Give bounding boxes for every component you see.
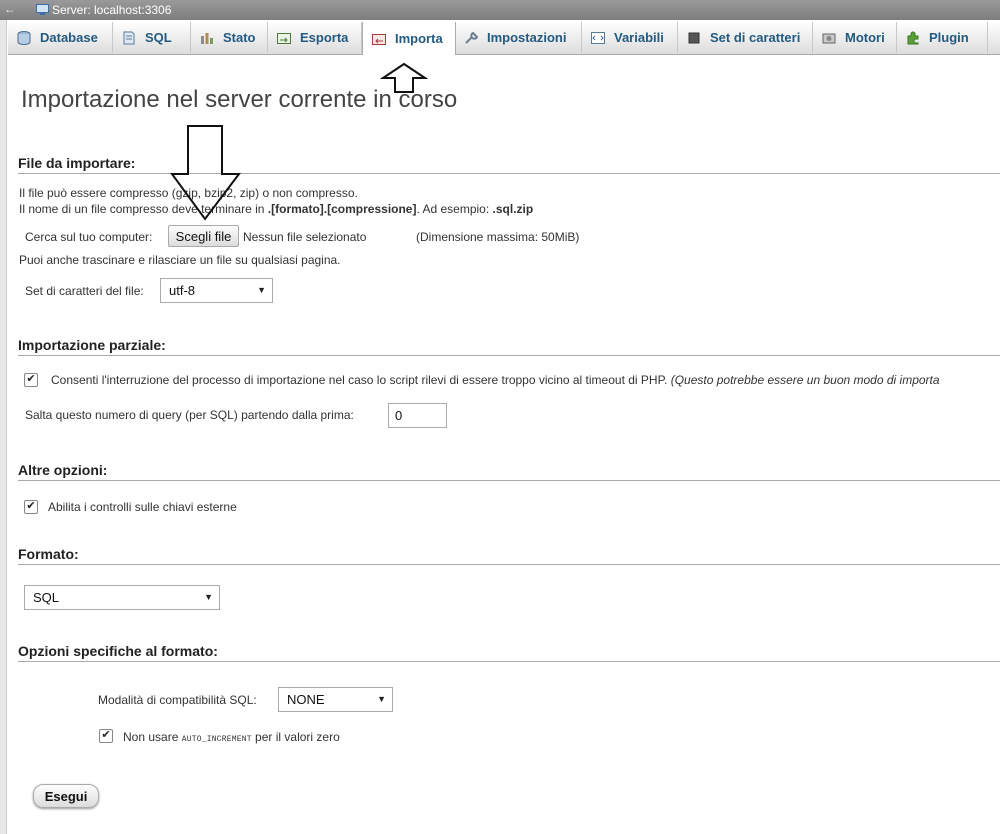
charset-select[interactable]: utf-8 ▼ bbox=[160, 278, 273, 303]
compat-mode-select[interactable]: NONE ▼ bbox=[278, 687, 393, 712]
charset-value: utf-8 bbox=[169, 283, 196, 298]
auto-increment-code: AUTO_INCREMENT bbox=[181, 735, 252, 744]
chevron-down-icon: ▼ bbox=[257, 285, 266, 295]
tab-label: Database bbox=[40, 30, 98, 45]
tab-variabili[interactable]: Variabili bbox=[582, 22, 678, 53]
chevron-down-icon: ▼ bbox=[204, 592, 213, 602]
skip-queries-value: 0 bbox=[395, 408, 403, 423]
plugin-icon bbox=[907, 31, 919, 44]
allow-interrupt-checkbox[interactable]: ✔ bbox=[24, 373, 38, 387]
tab-label: Set di caratteri bbox=[710, 30, 801, 45]
section-heading-other: Altre opzioni: bbox=[18, 462, 1000, 481]
section-heading-file: File da importare: bbox=[18, 155, 1000, 174]
server-icon bbox=[36, 4, 49, 15]
allow-interrupt-note: (Questo potrebbe essere un buon modo di … bbox=[670, 373, 940, 387]
tab-label: Motori bbox=[845, 30, 885, 45]
tab-set-di-caratteri[interactable]: Set di caratteri bbox=[678, 22, 813, 53]
allow-interrupt-label: Consenti l'interruzione del processo di … bbox=[51, 373, 940, 387]
format-select[interactable]: SQL ▼ bbox=[24, 585, 220, 610]
page-title: Importazione nel server corrente in cors… bbox=[21, 86, 458, 113]
tab-stato[interactable]: Stato bbox=[191, 22, 268, 53]
tab-plugin[interactable]: Plugin bbox=[897, 22, 988, 53]
no-file-selected: Nessun file selezionato bbox=[243, 230, 367, 244]
section-heading-partial: Importazione parziale: bbox=[18, 337, 1000, 356]
fk-checks-checkbox[interactable]: ✔ bbox=[24, 500, 38, 514]
compat-mode-label: Modalità di compatibilità SQL: bbox=[98, 693, 257, 707]
no-auto-increment-checkbox[interactable]: ✔ bbox=[99, 729, 113, 743]
tab-label: SQL bbox=[145, 30, 172, 45]
export-icon bbox=[277, 32, 291, 44]
skip-queries-label: Salta questo numero di query (per SQL) p… bbox=[25, 408, 354, 422]
tab-label: Esporta bbox=[300, 30, 349, 45]
tab-label: Variabili bbox=[614, 30, 664, 45]
import-icon bbox=[372, 33, 386, 45]
tab-sql[interactable]: SQL bbox=[113, 22, 191, 53]
top-tab-bar: Database SQL Stato Esporta Importa Impos… bbox=[8, 22, 1000, 55]
info-bold: .[formato].[compressione] bbox=[267, 202, 417, 216]
section-heading-format-options: Opzioni specifiche al formato: bbox=[18, 643, 1000, 662]
tab-label: Importa bbox=[395, 31, 443, 46]
charset-label: Set di caratteri del file: bbox=[25, 284, 144, 298]
variables-icon bbox=[591, 31, 605, 44]
database-icon bbox=[17, 30, 31, 45]
no-auto-increment-label: Non usare AUTO_INCREMENT per il valori z… bbox=[123, 730, 340, 744]
back-arrow-icon[interactable]: ← bbox=[4, 2, 16, 16]
allow-interrupt-text: Consenti l'interruzione del processo di … bbox=[51, 373, 668, 387]
no-auto-text: per il valori zero bbox=[251, 730, 340, 744]
choose-file-button[interactable]: Scegli file bbox=[168, 225, 239, 247]
info-example: .sql.zip bbox=[492, 202, 534, 216]
left-edge bbox=[0, 0, 7, 834]
format-value: SQL bbox=[33, 590, 60, 605]
arrow-down-annotation bbox=[170, 125, 242, 221]
charset-icon bbox=[688, 32, 700, 43]
tab-importa[interactable]: Importa bbox=[362, 22, 456, 55]
submit-button[interactable]: Esegui bbox=[33, 784, 99, 808]
window-title: Server: localhost:3306 bbox=[52, 3, 172, 17]
max-size-info: (Dimensione massima: 50MiB) bbox=[416, 230, 580, 244]
fk-checks-label: Abilita i controlli sulle chiavi esterne bbox=[48, 500, 237, 514]
wrench-icon bbox=[465, 31, 479, 44]
tab-database[interactable]: Database bbox=[8, 22, 113, 53]
skip-queries-input[interactable]: 0 bbox=[388, 403, 447, 428]
tab-label: Impostazioni bbox=[487, 30, 567, 45]
tab-impostazioni[interactable]: Impostazioni bbox=[455, 22, 582, 53]
drag-drop-hint: Puoi anche trascinare e rilasciare un fi… bbox=[19, 253, 341, 267]
section-heading-format: Formato: bbox=[18, 546, 1000, 565]
tab-label: Plugin bbox=[929, 30, 969, 45]
tab-motori[interactable]: Motori bbox=[813, 22, 897, 53]
browse-label: Cerca sul tuo computer: bbox=[25, 230, 153, 244]
no-auto-text: Non usare bbox=[123, 730, 182, 744]
info-text: . Ad esempio: bbox=[416, 202, 493, 216]
engines-icon bbox=[822, 33, 836, 43]
window-titlebar: ← Server: localhost:3306 bbox=[0, 0, 1000, 20]
compressed-name-info: Il nome di un file compresso deve termin… bbox=[19, 202, 533, 216]
tab-label: Stato bbox=[223, 30, 256, 45]
tab-esporta[interactable]: Esporta bbox=[268, 22, 362, 53]
status-icon bbox=[201, 32, 213, 44]
compat-mode-value: NONE bbox=[287, 692, 325, 707]
sql-icon bbox=[123, 31, 135, 44]
chevron-down-icon: ▼ bbox=[377, 694, 386, 704]
